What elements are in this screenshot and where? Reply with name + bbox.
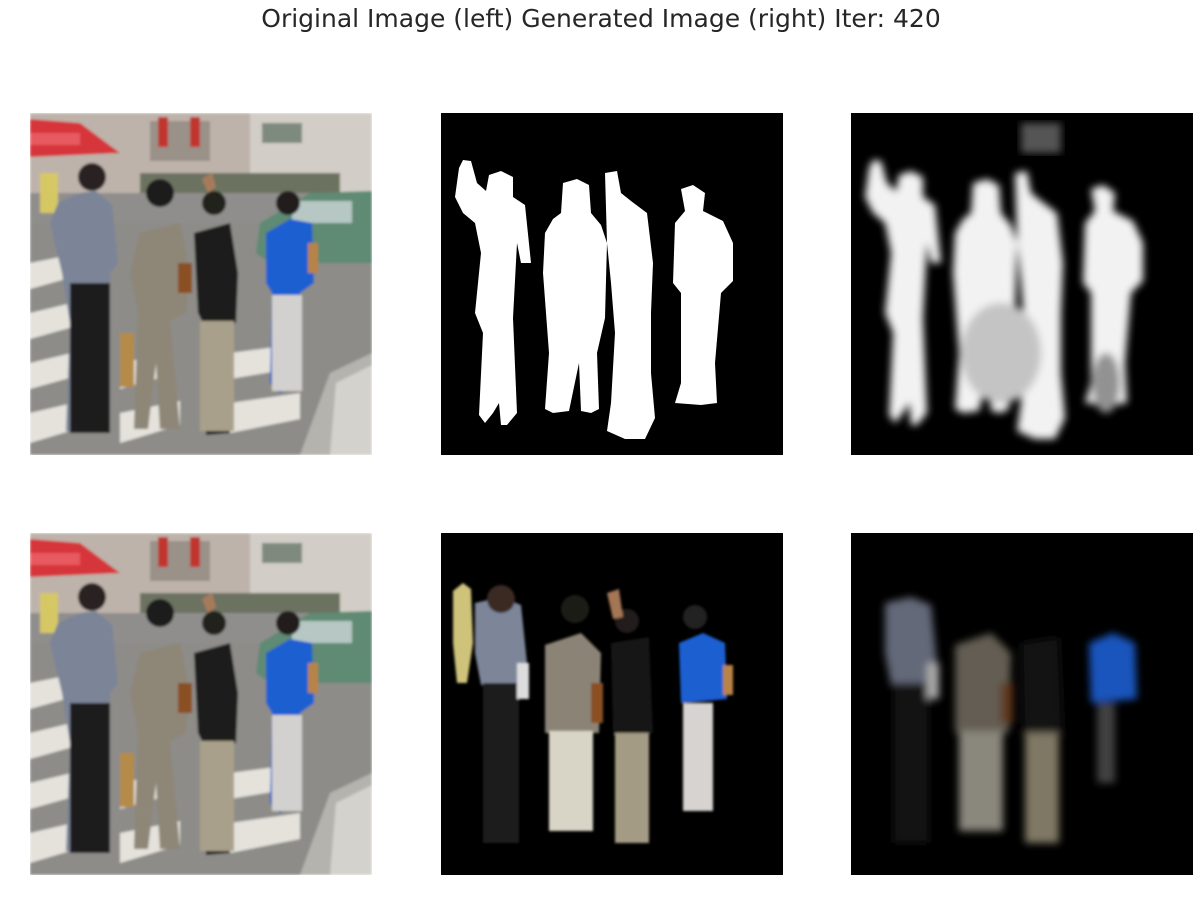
masked-image-panel bbox=[441, 533, 783, 875]
figure-title: Original Image (left) Generated Image (r… bbox=[261, 4, 941, 33]
generated-masked-image bbox=[851, 533, 1193, 875]
generated-masked-image-panel bbox=[851, 533, 1193, 875]
original-image-panel-2 bbox=[30, 533, 372, 875]
segmentation-mask bbox=[441, 113, 783, 455]
street-photo bbox=[30, 113, 372, 455]
generated-mask bbox=[851, 113, 1193, 455]
street-photo bbox=[30, 533, 372, 875]
generated-mask-panel bbox=[851, 113, 1193, 455]
original-image-panel bbox=[30, 113, 372, 455]
ground-truth-mask-panel bbox=[441, 113, 783, 455]
masked-people-image bbox=[441, 533, 783, 875]
